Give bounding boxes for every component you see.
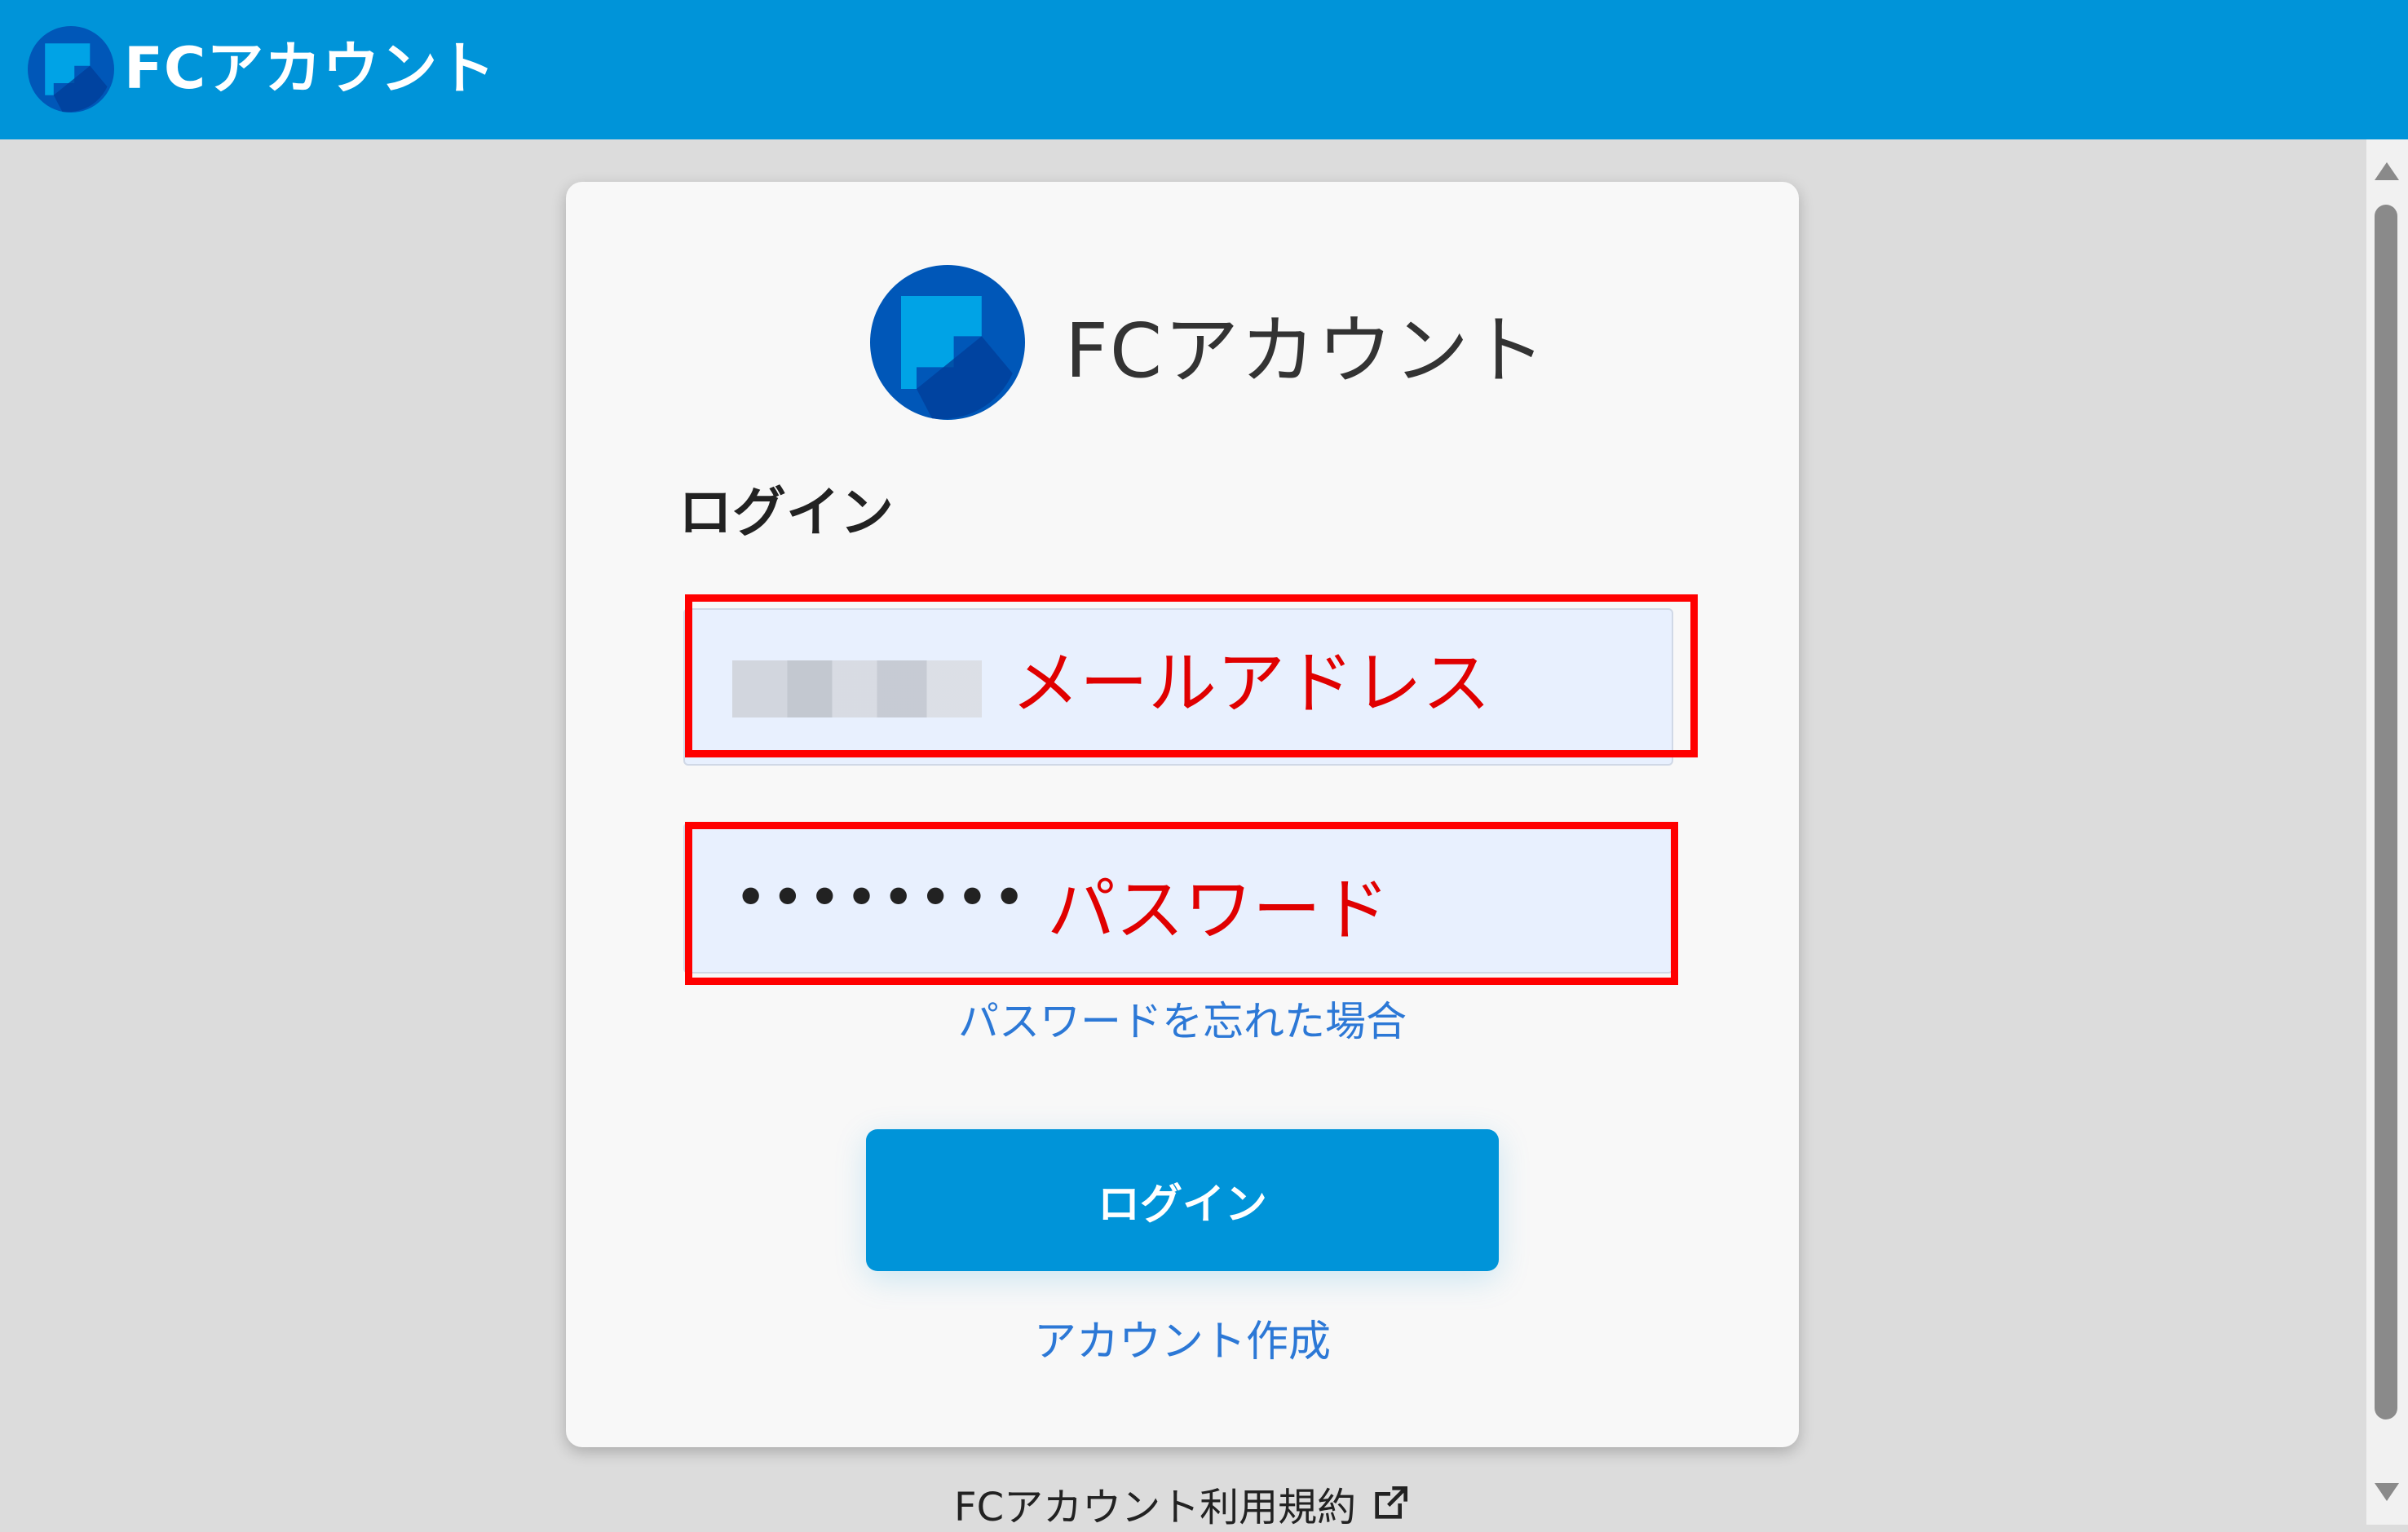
- app-title: FCアカウント: [124, 35, 497, 102]
- terms-link-label: FCアカウント利用規約: [954, 1485, 1357, 1530]
- scroll-up-arrow-icon[interactable]: [2375, 162, 2399, 180]
- login-card: FCアカウント ログイン •••••••• メールアドレス パスワード パスワー…: [566, 182, 1799, 1447]
- login-button[interactable]: ログイン: [866, 1129, 1499, 1271]
- top-bar: FCアカウント: [0, 0, 2408, 139]
- external-link-icon: [1375, 1486, 1408, 1519]
- password-annotation-label: パスワード: [1047, 870, 1390, 950]
- fc-logo-icon: [28, 26, 114, 113]
- login-heading: ログイン: [678, 481, 894, 544]
- brand-name: FCアカウント: [1065, 307, 1548, 395]
- create-account-link[interactable]: アカウント作成: [566, 1307, 1799, 1368]
- fc-logo-icon: [870, 265, 1025, 420]
- terms-link[interactable]: FCアカウント利用規約: [954, 1479, 1413, 1530]
- vertical-scrollbar[interactable]: [2366, 139, 2408, 1525]
- scroll-thumb[interactable]: [2375, 205, 2397, 1419]
- email-annotation-label: メールアドレス: [1011, 643, 1491, 723]
- scroll-down-arrow-icon[interactable]: [2375, 1483, 2399, 1501]
- forgot-password-link[interactable]: パスワードを忘れた場合: [566, 989, 1799, 1048]
